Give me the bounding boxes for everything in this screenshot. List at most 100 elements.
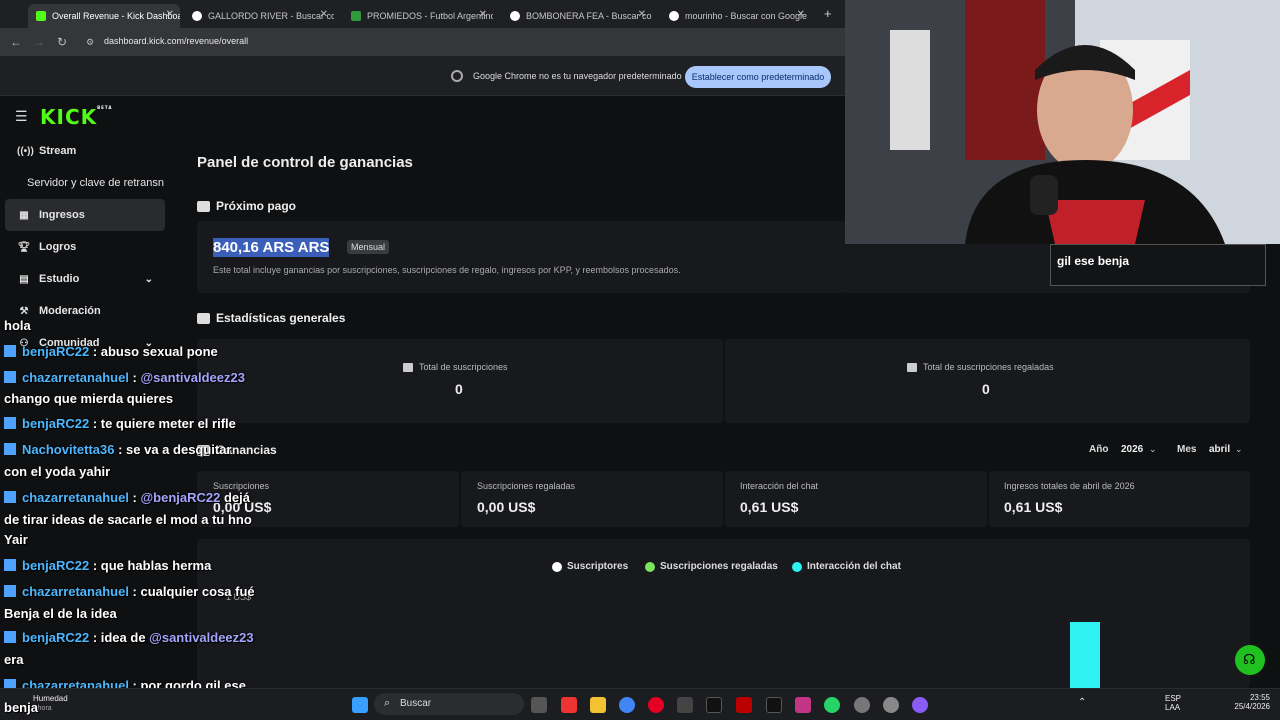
legend-chat[interactable]: Interacción del chat bbox=[792, 561, 901, 572]
task-view-icon[interactable] bbox=[531, 697, 547, 713]
help-button[interactable]: ☊ bbox=[1235, 645, 1265, 675]
chat-user: benjaRC22 bbox=[22, 630, 90, 645]
forward-icon[interactable]: → bbox=[33, 35, 45, 49]
clock-date: 25/4/2026 bbox=[1234, 702, 1270, 711]
app-icon[interactable] bbox=[677, 697, 693, 713]
language-indicator[interactable]: ESP LAA bbox=[1165, 694, 1181, 712]
tab-mourinho[interactable]: mourinho - Buscar con Google ✕ bbox=[661, 4, 811, 28]
chat-line: Benja el de la idea bbox=[4, 606, 117, 621]
chat-user: benjaRC22 bbox=[22, 558, 90, 573]
chat-text: : cualquier cosa fué bbox=[128, 584, 255, 599]
tab-bar: Overall Revenue - Kick Dashboa ✕ GALLORD… bbox=[0, 0, 845, 28]
close-icon[interactable]: ✕ bbox=[479, 9, 487, 20]
kick-badge-icon bbox=[4, 585, 16, 597]
site-info-icon[interactable]: ⚙ bbox=[86, 37, 94, 48]
kick-favicon-icon bbox=[36, 11, 46, 21]
whatsapp-icon[interactable] bbox=[824, 697, 840, 713]
logo-text: KICK bbox=[40, 105, 98, 129]
stat-label: Total de suscripciones bbox=[403, 362, 508, 372]
sidebar-item-label: Servidor y clave de retransn bbox=[27, 177, 164, 189]
set-default-button[interactable]: Establecer como predeterminado bbox=[685, 66, 831, 88]
back-icon[interactable]: ← bbox=[10, 35, 22, 49]
month-select[interactable]: abril bbox=[1209, 444, 1230, 455]
netflix-icon[interactable] bbox=[736, 697, 752, 713]
earnings-label: Ingresos totales de abril de 2026 bbox=[1004, 481, 1135, 491]
pinterest-icon[interactable] bbox=[648, 697, 664, 713]
chat-user: benjaRC22 bbox=[22, 416, 90, 431]
url-field[interactable]: dashboard.kick.com/revenue/overall bbox=[104, 36, 248, 46]
chevron-down-icon[interactable]: ⌄ bbox=[1149, 444, 1157, 455]
close-icon[interactable]: ✕ bbox=[166, 9, 174, 20]
earnings-label: Interacción del chat bbox=[740, 481, 819, 491]
kick-badge-icon bbox=[4, 345, 16, 357]
taskbar-search[interactable]: Buscar bbox=[374, 693, 524, 715]
kick-badge-icon bbox=[4, 559, 16, 571]
tab-title: PROMIEDOS - Futbol Argentino bbox=[367, 11, 493, 21]
google-favicon-icon bbox=[510, 11, 520, 21]
tab-title: GALLORDO RIVER - Buscar con bbox=[208, 11, 334, 21]
kick-logo[interactable]: KICKBETA bbox=[40, 105, 112, 129]
chat-line: hola bbox=[4, 318, 31, 333]
chat-mention: @santivaldeez23 bbox=[149, 630, 254, 645]
folder-icon[interactable] bbox=[590, 697, 606, 713]
earnings-label: Suscripciones regaladas bbox=[477, 481, 576, 491]
sidebar-item-server-key[interactable]: Servidor y clave de retransn bbox=[5, 167, 165, 199]
stats-icon bbox=[403, 362, 413, 372]
chat-user: chazarretanahuel bbox=[22, 584, 129, 599]
clock[interactable]: 23:55 25/4/2026 bbox=[1226, 693, 1270, 711]
webcam-image bbox=[845, 0, 1280, 244]
tab-gallordo[interactable]: GALLORDO RIVER - Buscar con ✕ bbox=[184, 4, 334, 28]
tab-title: BOMBONERA FEA - Buscar con bbox=[526, 11, 652, 21]
chevron-down-icon[interactable]: ⌄ bbox=[1235, 444, 1243, 455]
close-icon[interactable]: ✕ bbox=[797, 9, 805, 20]
tab-title: Overall Revenue - Kick Dashboa bbox=[52, 11, 180, 21]
tab-kick-revenue[interactable]: Overall Revenue - Kick Dashboa ✕ bbox=[28, 4, 180, 28]
next-payment-card bbox=[197, 221, 847, 293]
discord-icon[interactable] bbox=[912, 697, 928, 713]
chat-line: de tirar ideas de sacarle el mod a tu hn… bbox=[4, 512, 252, 527]
weather-title[interactable]: Humedad bbox=[33, 694, 68, 703]
sidebar-item-logros[interactable]: 🏆︎ Logros bbox=[5, 231, 165, 263]
x-icon[interactable] bbox=[766, 697, 782, 713]
chat-text: : idea de bbox=[89, 630, 150, 645]
chat-line: Nachovitetta36 : se va a desquitar bbox=[4, 442, 232, 457]
trophy-icon: 🏆︎ bbox=[17, 241, 31, 253]
menu-icon[interactable]: ☰ bbox=[15, 108, 28, 125]
legend-dot bbox=[645, 561, 655, 572]
chat-text: de tirar ideas de sacarle el mod a tu hn… bbox=[4, 512, 252, 527]
tab-promiedos[interactable]: PROMIEDOS - Futbol Argentino ✕ bbox=[343, 4, 493, 28]
sidebar-item-ingresos[interactable]: ▦ Ingresos bbox=[5, 199, 165, 231]
app-icon[interactable] bbox=[883, 697, 899, 713]
legend-subscribers[interactable]: Suscriptores bbox=[552, 561, 628, 572]
chat-message-text: gil ese benja bbox=[1057, 254, 1130, 268]
sidebar-item-stream[interactable]: ((•)) Stream bbox=[5, 135, 165, 167]
tiktok-icon[interactable] bbox=[706, 697, 722, 713]
chrome-taskbar-icon[interactable] bbox=[619, 697, 635, 713]
infobar-text: Google Chrome no es tu navegador predete… bbox=[473, 71, 682, 81]
chat-text: : te quiere meter el rifle bbox=[89, 416, 236, 431]
tab-title: mourinho - Buscar con Google bbox=[685, 11, 808, 21]
lang-code: ESP bbox=[1165, 694, 1182, 703]
reload-icon[interactable]: ↻ bbox=[57, 35, 67, 49]
chatgpt-icon[interactable] bbox=[854, 697, 870, 713]
google-favicon-icon bbox=[669, 11, 679, 21]
earnings-value: 0,61 US$ bbox=[1004, 499, 1063, 515]
windows-start-icon[interactable] bbox=[352, 697, 368, 713]
legend-gifted[interactable]: Suscripciones regaladas bbox=[645, 561, 778, 572]
instagram-icon[interactable] bbox=[795, 697, 811, 713]
close-icon[interactable]: ✕ bbox=[320, 9, 328, 20]
new-tab-icon[interactable]: + bbox=[824, 6, 832, 21]
year-select[interactable]: 2026 bbox=[1121, 444, 1143, 455]
youtube-icon[interactable] bbox=[561, 697, 577, 713]
close-icon[interactable]: ✕ bbox=[638, 9, 646, 20]
chat-text: Yair bbox=[4, 532, 28, 547]
sidebar-item-label: Estudio bbox=[39, 273, 80, 285]
sidebar-item-estudio[interactable]: ▤ Estudio ⌄ bbox=[5, 263, 165, 295]
chat-user: chazarretanahuel bbox=[22, 490, 129, 505]
chevron-down-icon: ⌄ bbox=[144, 273, 153, 285]
next-payment-heading: Próximo pago bbox=[197, 199, 296, 213]
chat-text: : bbox=[128, 370, 141, 385]
tab-bombonera[interactable]: BOMBONERA FEA - Buscar con ✕ bbox=[502, 4, 652, 28]
chevron-up-icon[interactable]: ⌃ bbox=[1078, 697, 1086, 708]
chat-line: benjaRC22 : te quiere meter el rifle bbox=[4, 416, 236, 431]
